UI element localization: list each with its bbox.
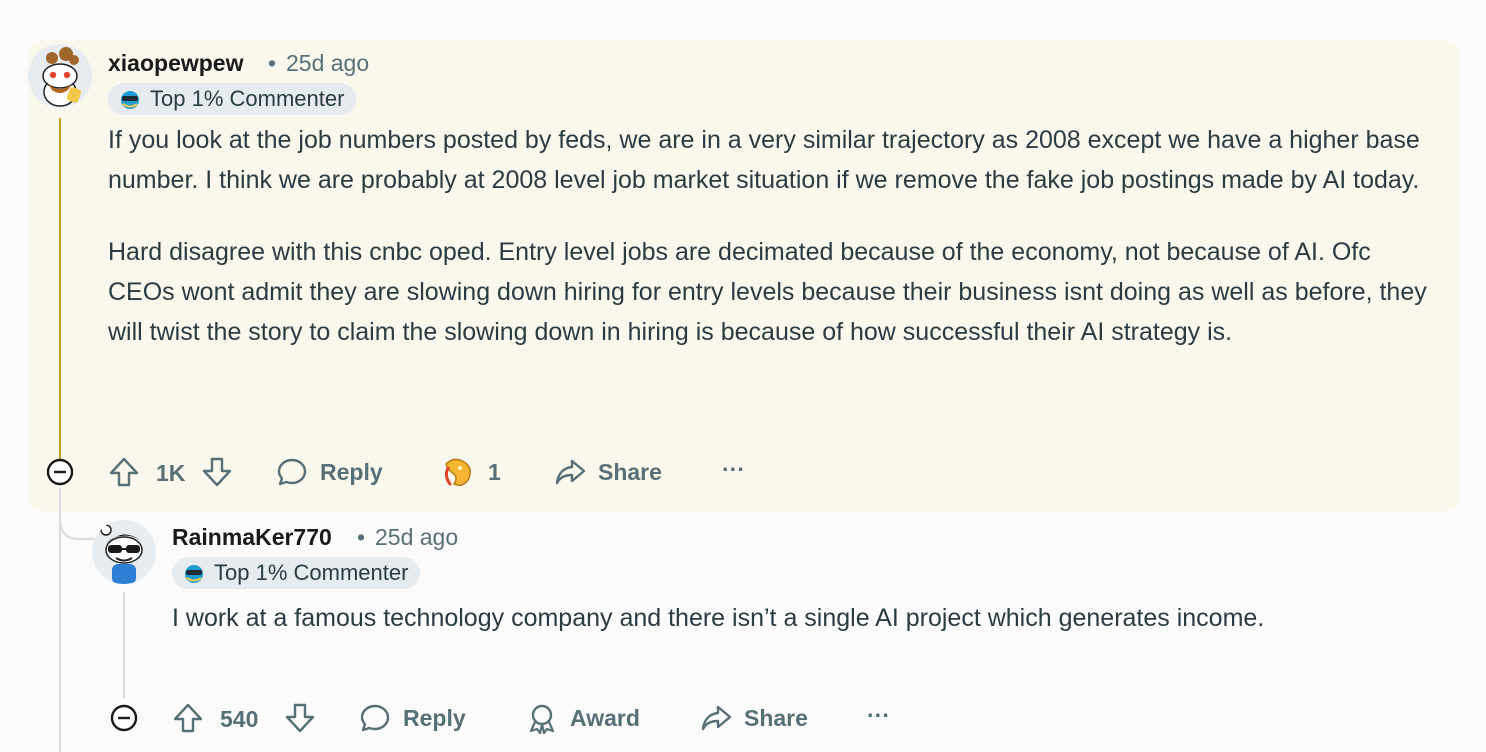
comment-bubble-icon [360, 704, 390, 732]
separator-dot: • [357, 524, 366, 550]
avatar[interactable] [28, 44, 92, 108]
reply-button[interactable]: Reply [359, 702, 466, 734]
more-options-icon: ··· [867, 702, 890, 728]
downvote-icon [202, 457, 232, 487]
vote-count: 1K [156, 460, 186, 486]
comment-paragraph: Hard disagree with this cnbc oped. Entry… [108, 238, 1427, 346]
comment-body: I work at a famous technology company an… [172, 598, 1372, 638]
award-button[interactable]: 1 [440, 454, 501, 490]
vote-count: 540 [220, 706, 259, 732]
collapse-icon[interactable] [46, 458, 74, 486]
upvote-button[interactable] [108, 456, 140, 488]
share-icon [555, 459, 586, 485]
award-count: 1 [488, 458, 501, 485]
commenter-badge-icon [185, 565, 203, 583]
status-badge[interactable]: Top 1% Commenter [172, 557, 421, 589]
upvote-button[interactable] [172, 702, 204, 734]
comment-thread: xiaopewpew • 25d ago Top 1% Commenter If… [0, 0, 1486, 752]
share-label: Share [598, 458, 662, 485]
thread-line-highlighted[interactable] [59, 118, 61, 460]
comment-bubble-icon [277, 458, 307, 486]
more-options-button[interactable]: ··· [722, 456, 745, 483]
comment-body: If you look at the job numbers posted by… [108, 120, 1438, 352]
downvote-icon [285, 703, 315, 733]
thread-line-reply[interactable] [123, 592, 125, 698]
username[interactable]: RainmaKer770 [172, 524, 332, 551]
timestamp[interactable]: 25d ago [286, 50, 369, 77]
comment-paragraph: If you look at the job numbers posted by… [108, 126, 1420, 194]
reply-label: Reply [403, 704, 466, 731]
avatar[interactable] [92, 520, 156, 584]
share-icon [701, 705, 732, 731]
username[interactable]: xiaopewpew [108, 50, 243, 77]
award-icon [529, 704, 555, 734]
badge-label: Top 1% Commenter [214, 560, 409, 585]
comment-paragraph: I work at a famous technology company an… [172, 604, 1265, 632]
share-button[interactable]: Share [700, 702, 808, 734]
snoo-avatar-icon [28, 44, 92, 108]
award-icon [444, 458, 471, 487]
separator-dot: • [268, 50, 277, 76]
status-badge[interactable]: Top 1% Commenter [108, 83, 357, 115]
reply-button[interactable]: Reply [276, 456, 383, 488]
share-button[interactable]: Share [554, 456, 662, 488]
timestamp[interactable]: 25d ago [375, 524, 458, 551]
badge-label: Top 1% Commenter [150, 86, 345, 111]
thread-branch-curve [59, 488, 99, 540]
award-label: Award [570, 704, 640, 731]
more-options-button[interactable]: ··· [867, 702, 890, 729]
award-button[interactable]: Award [526, 702, 640, 734]
upvote-icon [109, 457, 139, 487]
more-options-icon: ··· [722, 456, 745, 482]
snoo-avatar-icon [92, 520, 156, 584]
upvote-icon [173, 703, 203, 733]
downvote-button[interactable] [201, 456, 233, 488]
share-label: Share [744, 704, 808, 731]
downvote-button[interactable] [284, 702, 316, 734]
commenter-badge-icon [121, 91, 139, 109]
collapse-icon[interactable] [110, 704, 138, 732]
reply-label: Reply [320, 458, 383, 485]
